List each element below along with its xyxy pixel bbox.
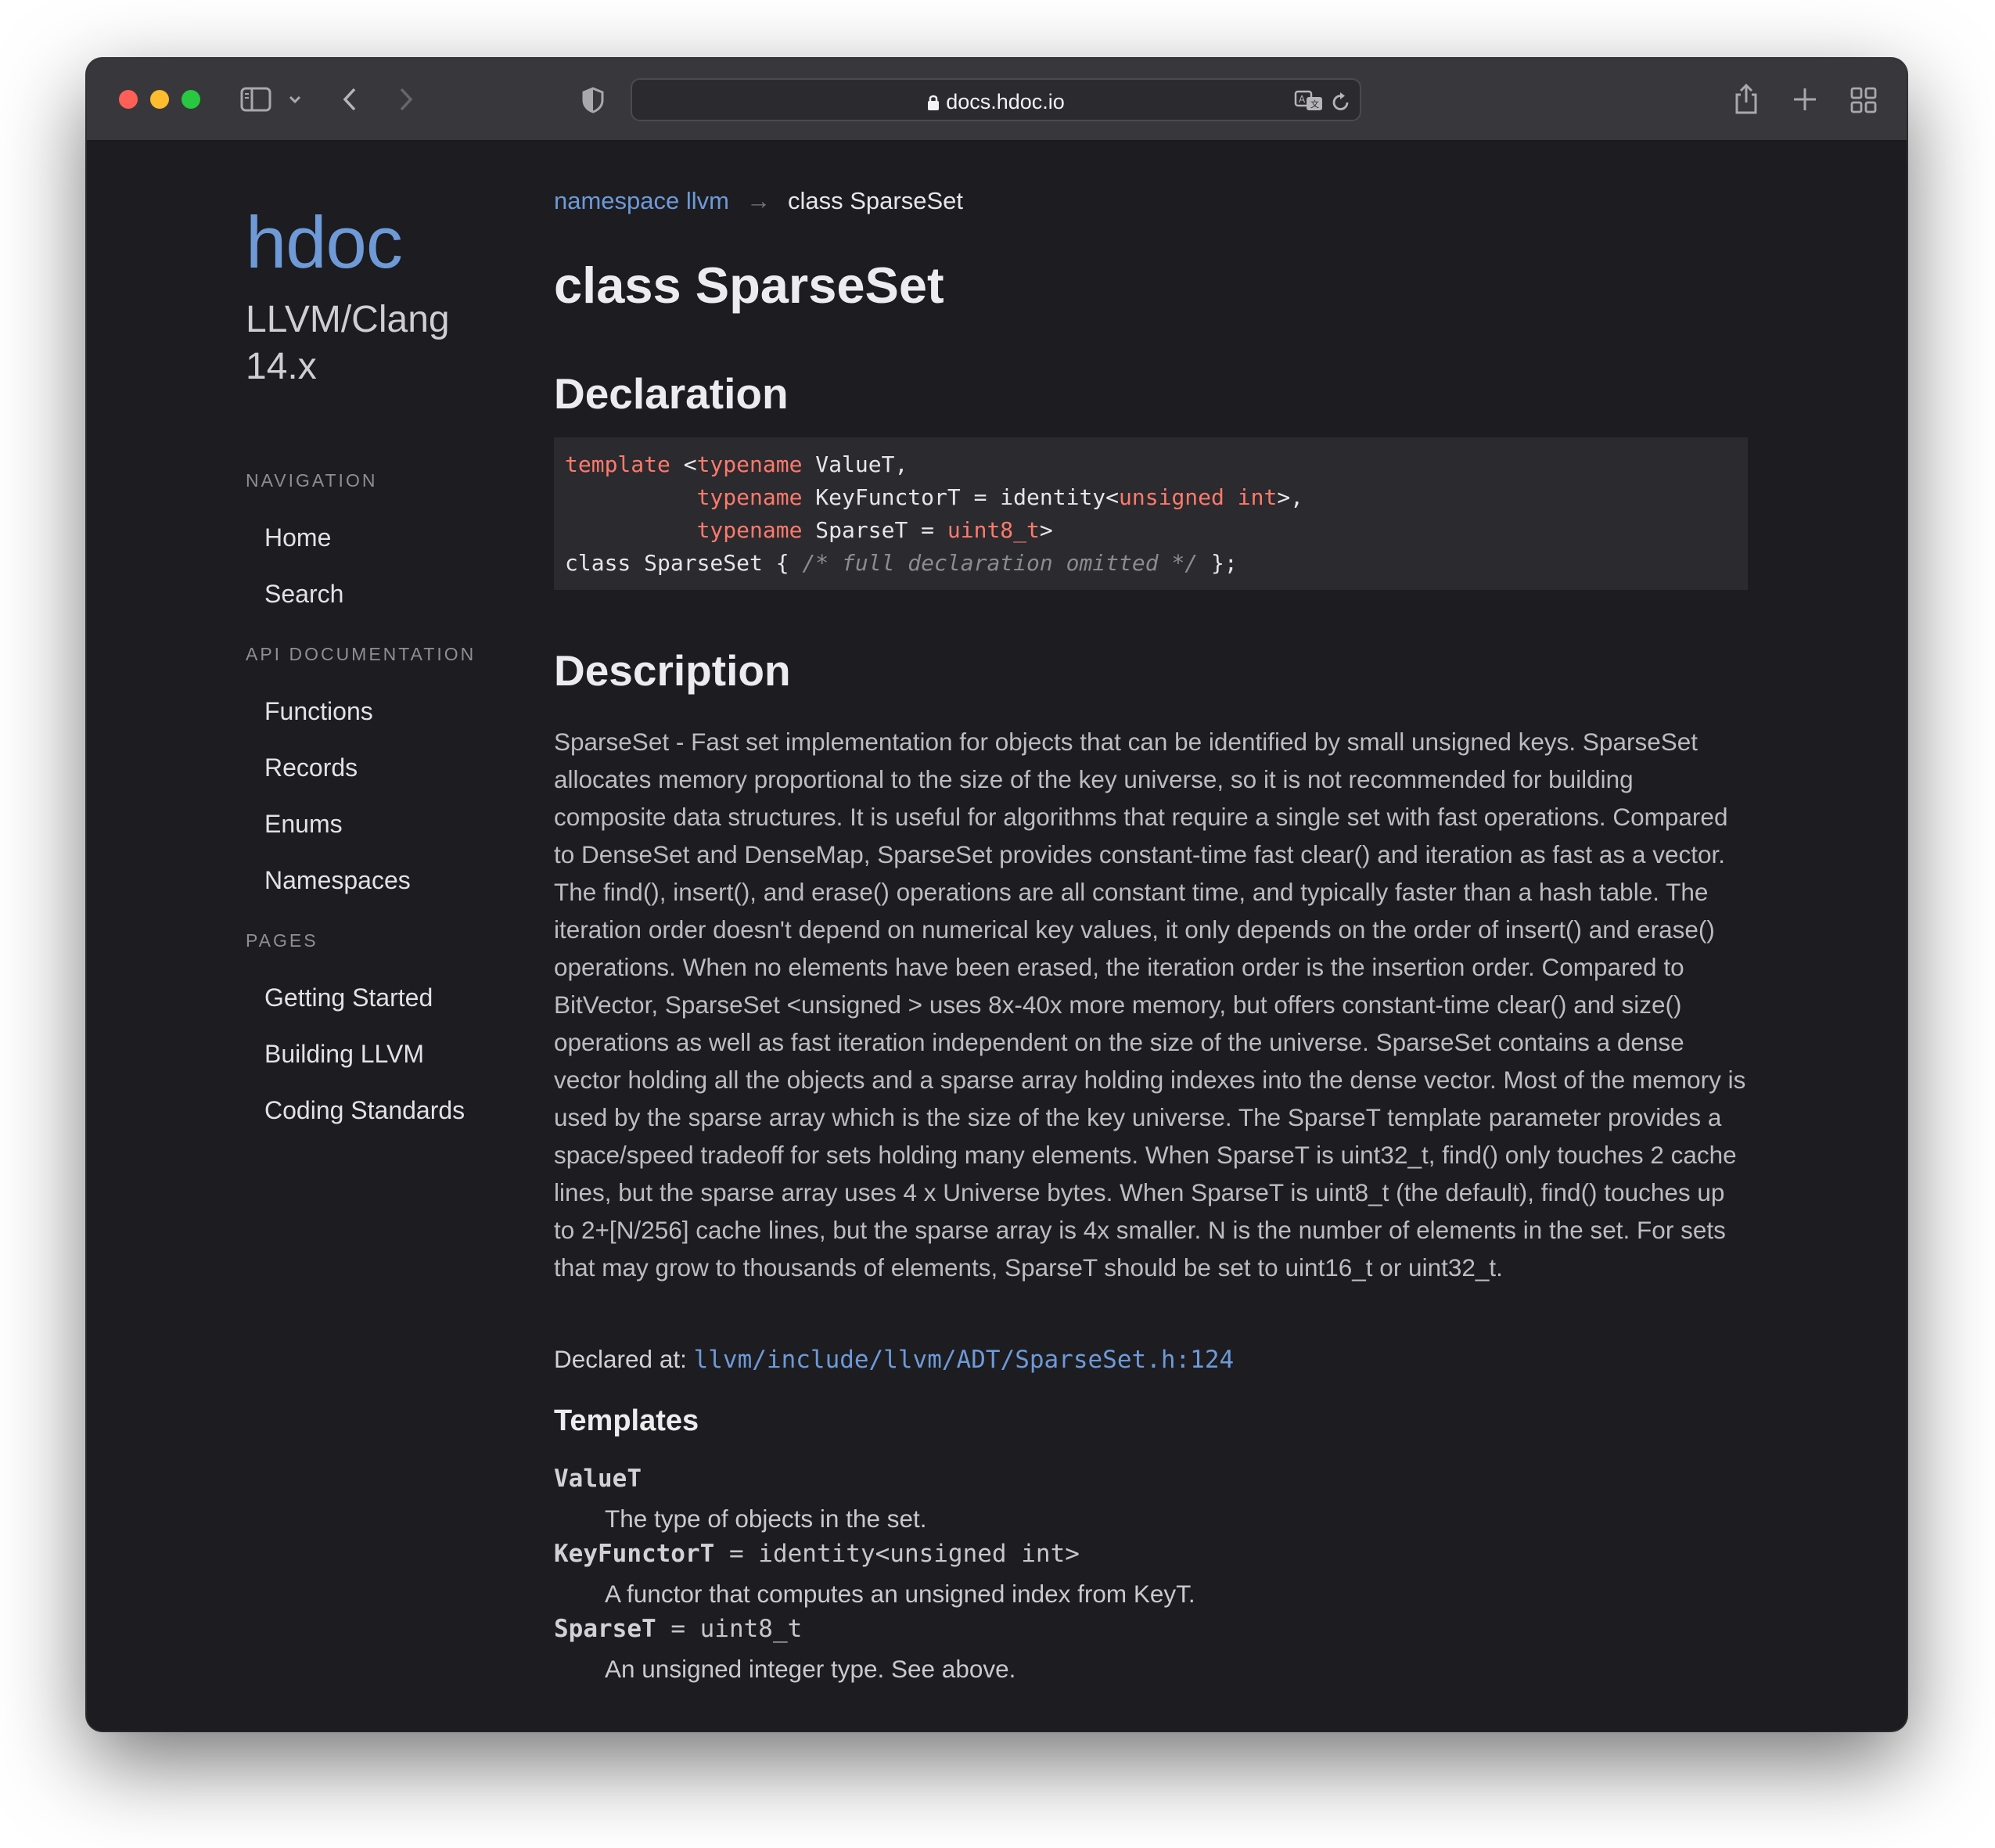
- source-file-link[interactable]: llvm/include/llvm/ADT/SparseSet.h:124: [694, 1346, 1235, 1374]
- nav-item-coding-standards[interactable]: Coding Standards: [264, 1096, 465, 1125]
- address-bar[interactable]: docs.hdoc.io A文: [631, 78, 1361, 121]
- translate-icon[interactable]: A文: [1294, 90, 1324, 112]
- breadcrumb: namespace llvm → class SparseSet: [554, 187, 963, 215]
- close-window-button[interactable]: [119, 90, 138, 109]
- breadcrumb-current: class SparseSet: [787, 187, 963, 214]
- declaration-heading: Declaration: [554, 369, 789, 418]
- tab-overview-icon[interactable]: [1850, 87, 1877, 113]
- project-name: LLVM/Clang: [246, 299, 450, 340]
- project-version: LLVM/Clang 14.x: [246, 297, 504, 390]
- code-line-3: typename SparseT = uint8_t>: [696, 517, 1053, 543]
- brand-logo[interactable]: hdoc: [246, 206, 403, 279]
- forward-arrow-icon[interactable]: [398, 87, 414, 112]
- chevron-down-icon[interactable]: [289, 95, 301, 104]
- declared-at-label: Declared at:: [554, 1345, 694, 1373]
- declared-at: Declared at: llvm/include/llvm/ADT/Spars…: [554, 1345, 1234, 1374]
- breadcrumb-arrow-icon: →: [746, 187, 771, 214]
- sidebar-toggle-icon[interactable]: [240, 87, 271, 112]
- navigation-heading: NAVIGATION: [246, 470, 378, 491]
- privacy-shield-icon[interactable]: [581, 87, 605, 113]
- new-tab-icon[interactable]: [1792, 87, 1817, 112]
- templates-heading: Templates: [554, 1404, 699, 1437]
- code-line-1: template <typename ValueT,: [565, 451, 908, 477]
- page-title: class SparseSet: [554, 257, 944, 314]
- template-param-name: KeyFunctorT = identity<unsigned int>: [554, 1540, 1080, 1568]
- nav-item-functions[interactable]: Functions: [264, 697, 373, 726]
- template-param-description: A functor that computes an unsigned inde…: [605, 1580, 1195, 1608]
- breadcrumb-namespace-link[interactable]: namespace llvm: [554, 187, 729, 214]
- reload-icon[interactable]: [1331, 91, 1351, 113]
- minimize-window-button[interactable]: [150, 90, 169, 109]
- url-text: docs.hdoc.io: [946, 90, 1065, 113]
- pages-heading: PAGES: [246, 930, 318, 951]
- project-version-number: 14.x: [246, 346, 317, 387]
- nav-item-namespaces[interactable]: Namespaces: [264, 866, 411, 895]
- declaration-code-block: template <typename ValueT, typename KeyF…: [554, 437, 1748, 590]
- template-param-name: SparseT = uint8_t: [554, 1615, 803, 1643]
- page-content: hdoc LLVM/Clang 14.x NAVIGATION Home Sea…: [87, 142, 1907, 1731]
- back-arrow-icon[interactable]: [342, 87, 358, 112]
- description-heading: Description: [554, 646, 791, 695]
- description-text: SparseSet - Fast set implementation for …: [554, 728, 1746, 1282]
- nav-item-getting-started[interactable]: Getting Started: [264, 983, 433, 1012]
- code-line-4: class SparseSet { /* full declaration om…: [565, 550, 1238, 576]
- code-line-2: typename KeyFunctorT = identity<unsigned…: [696, 484, 1304, 510]
- zoom-window-button[interactable]: [182, 90, 200, 109]
- template-param-description: The type of objects in the set.: [605, 1505, 927, 1533]
- template-param-name: ValueT: [554, 1465, 642, 1493]
- share-icon[interactable]: [1734, 82, 1759, 115]
- nav-item-enums[interactable]: Enums: [264, 810, 343, 839]
- nav-item-search[interactable]: Search: [264, 580, 343, 609]
- nav-item-building-llvm[interactable]: Building LLVM: [264, 1040, 424, 1069]
- browser-toolbar: docs.hdoc.io A文: [87, 59, 1907, 142]
- svg-text:A: A: [1299, 94, 1306, 105]
- nav-item-records[interactable]: Records: [264, 753, 358, 782]
- template-param-description: An unsigned integer type. See above.: [605, 1655, 1016, 1683]
- svg-text:文: 文: [1310, 99, 1319, 110]
- api-documentation-heading: API DOCUMENTATION: [246, 644, 476, 664]
- nav-item-home[interactable]: Home: [264, 523, 331, 552]
- browser-window: docs.hdoc.io A文 hdoc LLVM/Clang 14.x NAV…: [87, 59, 1907, 1731]
- lock-icon: [927, 92, 940, 117]
